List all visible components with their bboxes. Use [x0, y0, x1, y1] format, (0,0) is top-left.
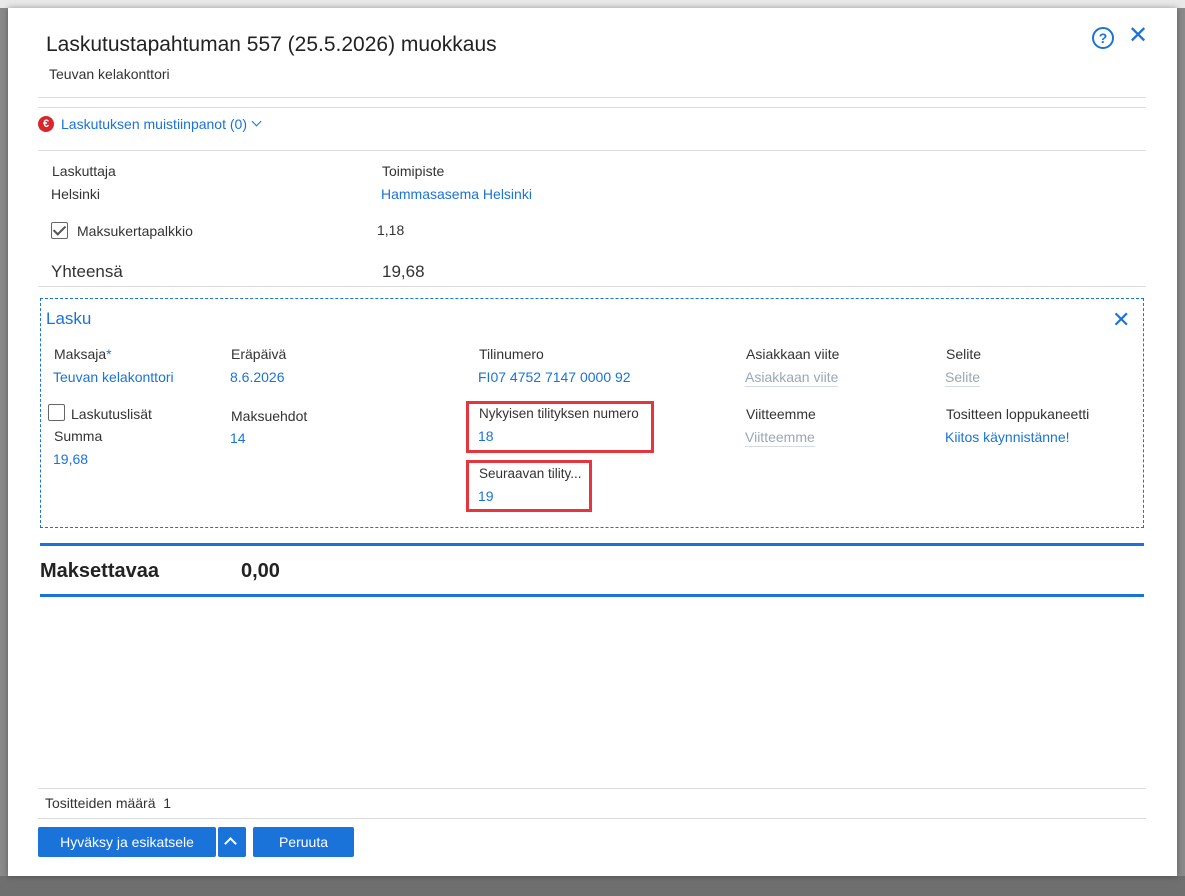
divider [38, 788, 1146, 789]
nykyisen-tilityksen-link[interactable]: 18 [478, 428, 494, 444]
seuraavan-tilityksen-link[interactable]: 19 [478, 488, 494, 504]
lasku-close-icon[interactable]: ✕ [1112, 309, 1130, 331]
maksaja-label: Maksaja* [54, 346, 112, 362]
nykyisen-tilityksen-label: Nykyisen tilityksen numero [479, 406, 639, 421]
tositteen-loppukaneetti-link[interactable]: Kiitos käynnistänne! [945, 429, 1070, 445]
chevron-down-icon [251, 116, 262, 126]
laskuttaja-label: Laskuttaja [52, 163, 116, 179]
divider [38, 150, 1146, 151]
maksukertapalkkio-value: 1,18 [377, 222, 405, 238]
total-label: Yhteensä [51, 262, 123, 281]
erapaiva-link[interactable]: 8.6.2026 [230, 369, 285, 385]
toimipiste-link[interactable]: Hammasasema Helsinki [381, 186, 532, 202]
help-icon[interactable]: ? [1092, 27, 1114, 49]
divider [38, 286, 1146, 287]
lasku-title: Lasku [46, 309, 92, 328]
payable-bottom-line [40, 594, 1144, 597]
tilinumero-label: Tilinumero [479, 346, 544, 362]
viitteemme-label: Viitteemme [746, 406, 816, 422]
maksuehdot-link[interactable]: 14 [230, 430, 246, 446]
payable-value: 0,00 [241, 560, 280, 582]
divider [38, 818, 1146, 819]
dialog-subtitle: Teuvan kelakonttori [49, 66, 170, 82]
notes-label: Laskutuksen muistiinpanot (0) [61, 116, 247, 132]
background-window-top [0, 0, 1185, 8]
dialog-title: Laskutustapahtuman 557 (25.5.2026) muokk… [46, 33, 497, 56]
approve-preview-button[interactable]: Hyväksy ja esikatsele [38, 827, 216, 857]
laskutuslisat-label: Laskutuslisät [71, 406, 152, 422]
background-toolbar [0, 876, 1185, 896]
edit-dialog: Laskutustapahtuman 557 (25.5.2026) muokk… [8, 8, 1177, 876]
divider [38, 97, 1146, 98]
asiakkaan-viite-field[interactable]: Asiakkaan viite [745, 369, 839, 387]
erapaiva-label: Eräpäivä [231, 346, 287, 362]
tositteen-loppukaneetti-label: Tositteen loppukaneetti [946, 406, 1090, 422]
notes-toggle[interactable]: € Laskutuksen muistiinpanot (0) [38, 116, 262, 132]
maksuehdot-label: Maksuehdot [231, 408, 308, 424]
laskutuslisat-checkbox[interactable] [48, 404, 65, 421]
selite-field[interactable]: Selite [945, 369, 981, 387]
seuraavan-tilityksen-label: Seuraavan tility... [479, 466, 582, 481]
total-value: 19,68 [382, 262, 425, 281]
selite-label: Selite [946, 346, 982, 362]
payable-top-line [40, 543, 1144, 546]
cancel-button[interactable]: Peruuta [253, 827, 354, 857]
laskuttaja-value: Helsinki [51, 186, 101, 202]
toimipiste-label: Toimipiste [382, 163, 445, 179]
viitteemme-field[interactable]: Viitteemme [745, 429, 815, 447]
maksukertapalkkio-checkbox[interactable] [51, 222, 68, 239]
close-icon[interactable]: ✕ [1128, 24, 1148, 48]
summa-link[interactable]: 19,68 [53, 451, 88, 467]
summa-label: Summa [54, 428, 103, 444]
document-count: Tositteiden määrä 1 [45, 795, 172, 811]
payable-label: Maksettavaa [40, 560, 159, 582]
maksaja-link[interactable]: Teuvan kelakonttori [53, 369, 174, 385]
divider [38, 107, 1146, 108]
asiakkaan-viite-label: Asiakkaan viite [746, 346, 840, 362]
chevron-up-icon[interactable] [218, 827, 246, 857]
euro-icon: € [38, 116, 54, 132]
tilinumero-link[interactable]: FI07 4752 7147 0000 92 [478, 369, 631, 385]
maksukertapalkkio-label: Maksukertapalkkio [77, 223, 193, 239]
